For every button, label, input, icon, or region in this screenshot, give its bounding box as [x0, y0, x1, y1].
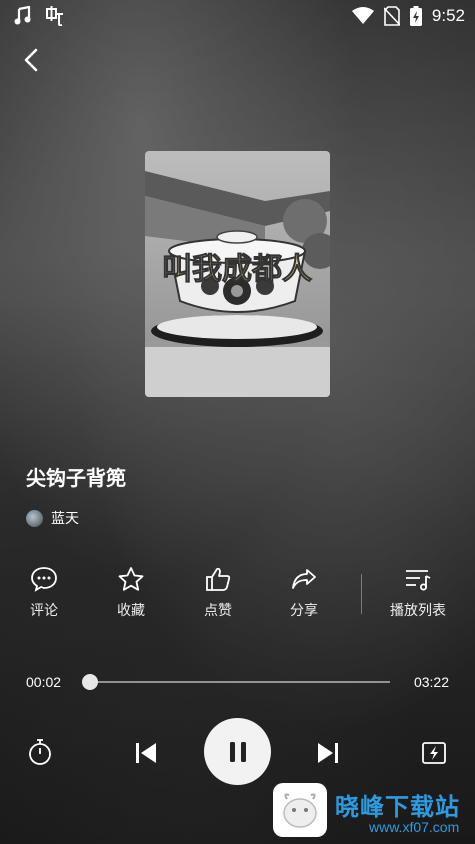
pause-icon [229, 741, 246, 762]
no-sim-icon [383, 6, 400, 26]
pause-button[interactable] [204, 718, 271, 785]
like-label: 点赞 [204, 603, 232, 619]
watermark-text: 晓峰下载站 [335, 793, 460, 821]
watermark: 晓峰下载站 www.xf07.com [273, 783, 475, 844]
playlist-button[interactable]: 播放列表 [378, 566, 458, 620]
comment-label: 评论 [30, 603, 58, 619]
battery-charging-icon [409, 6, 422, 26]
playback-controls [0, 718, 475, 788]
comment-button[interactable]: 评论 [4, 566, 84, 620]
playlist-label: 播放列表 [390, 603, 446, 619]
ghost-icon [46, 6, 63, 26]
back-button[interactable] [18, 46, 46, 74]
progress-bar: 00:02 03:22 [0, 670, 475, 696]
share-label: 分享 [290, 603, 318, 619]
wifi-icon [351, 7, 374, 24]
action-row: 评论 收藏 点赞 分享 播放列表 [0, 566, 475, 626]
artist-row[interactable]: 蓝天 [26, 508, 79, 528]
divider [361, 574, 362, 614]
share-button[interactable]: 分享 [264, 566, 344, 620]
album-cover: 叫我成都人 [145, 151, 330, 397]
seek-thumb[interactable] [82, 674, 99, 690]
play-mode-button[interactable] [420, 738, 448, 766]
seek-track[interactable] [82, 674, 390, 690]
playlist-icon [406, 570, 431, 591]
watermark-logo [273, 783, 327, 837]
avatar [26, 509, 43, 527]
play-mode-icon [422, 742, 446, 764]
status-time: 9:52 [431, 6, 465, 25]
favorite-button[interactable]: 收藏 [91, 566, 171, 620]
song-title: 尖钩子背篼 [26, 466, 126, 490]
previous-button[interactable] [131, 738, 161, 768]
thumb-up-icon [206, 567, 231, 591]
skip-previous-icon [136, 743, 156, 763]
skip-next-icon [318, 743, 338, 763]
music-note-icon [14, 6, 31, 25]
status-bar: 9:52 [0, 0, 475, 34]
artist-name: 蓝天 [51, 511, 79, 527]
star-icon [118, 567, 144, 591]
comment-icon [31, 567, 57, 592]
favorite-label: 收藏 [117, 603, 145, 619]
timer-button[interactable] [26, 738, 54, 766]
like-button[interactable]: 点赞 [178, 566, 258, 620]
share-icon [292, 569, 316, 589]
total-time: 03:22 [413, 674, 449, 690]
current-time: 00:02 [26, 674, 62, 690]
timer-icon [29, 739, 51, 765]
watermark-url: www.xf07.com [369, 819, 460, 835]
cover-overlay-text: 叫我成都人 [162, 252, 312, 287]
next-button[interactable] [313, 738, 343, 768]
